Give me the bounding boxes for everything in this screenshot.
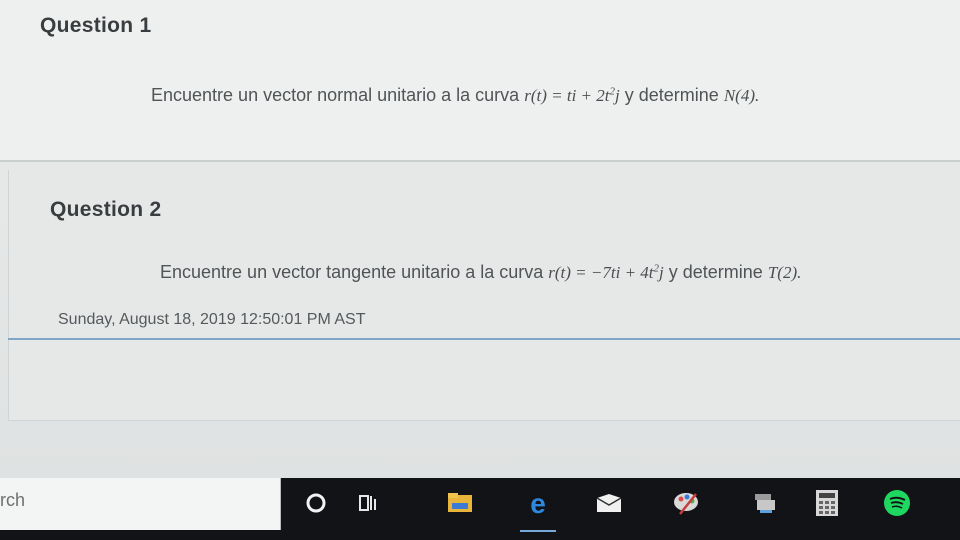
cortana-icon[interactable] [299, 486, 333, 520]
question-1-suffix: y determine [624, 85, 719, 105]
file-explorer-icon[interactable] [443, 486, 477, 520]
question-2-prompt: Encuentre un vector tangente unitario a … [160, 262, 544, 282]
question-2-title: Question 2 [50, 198, 162, 221]
devices-icon[interactable] [748, 486, 782, 520]
svg-text:e: e [530, 489, 546, 517]
question-1-text: Encuentre un vector normal unitario a la… [151, 85, 759, 106]
question-divider [0, 160, 960, 162]
paint-icon[interactable] [670, 486, 704, 520]
calculator-icon[interactable] [810, 486, 844, 520]
question-1-target: N(4). [723, 86, 760, 105]
question-2-target: T(2). [767, 263, 802, 282]
section-divider [8, 338, 960, 340]
taskbar-search-box[interactable] [0, 478, 281, 530]
task-view-icon[interactable] [352, 486, 386, 520]
spotify-icon[interactable] [880, 486, 914, 520]
question-1-title: Question 1 [40, 14, 152, 37]
edge-icon[interactable]: e [521, 486, 555, 520]
page-content: Question 1 Encuentre un vector normal un… [0, 0, 960, 478]
question-1-prompt: Encuentre un vector normal unitario a la… [151, 85, 520, 105]
question-2-formula: r(t) = −7ti + 4t2j [548, 262, 664, 282]
edge-running-indicator [520, 530, 556, 532]
submission-timestamp: Sunday, August 18, 2019 12:50:01 PM AST [58, 311, 366, 328]
question-2-text: Encuentre un vector tangente unitario a … [160, 262, 801, 283]
search-text: rch [0, 490, 26, 510]
question-2-suffix: y determine [668, 262, 763, 282]
question-1-formula: r(t) = ti + 2t2j [524, 85, 620, 105]
mail-icon[interactable] [592, 486, 626, 520]
